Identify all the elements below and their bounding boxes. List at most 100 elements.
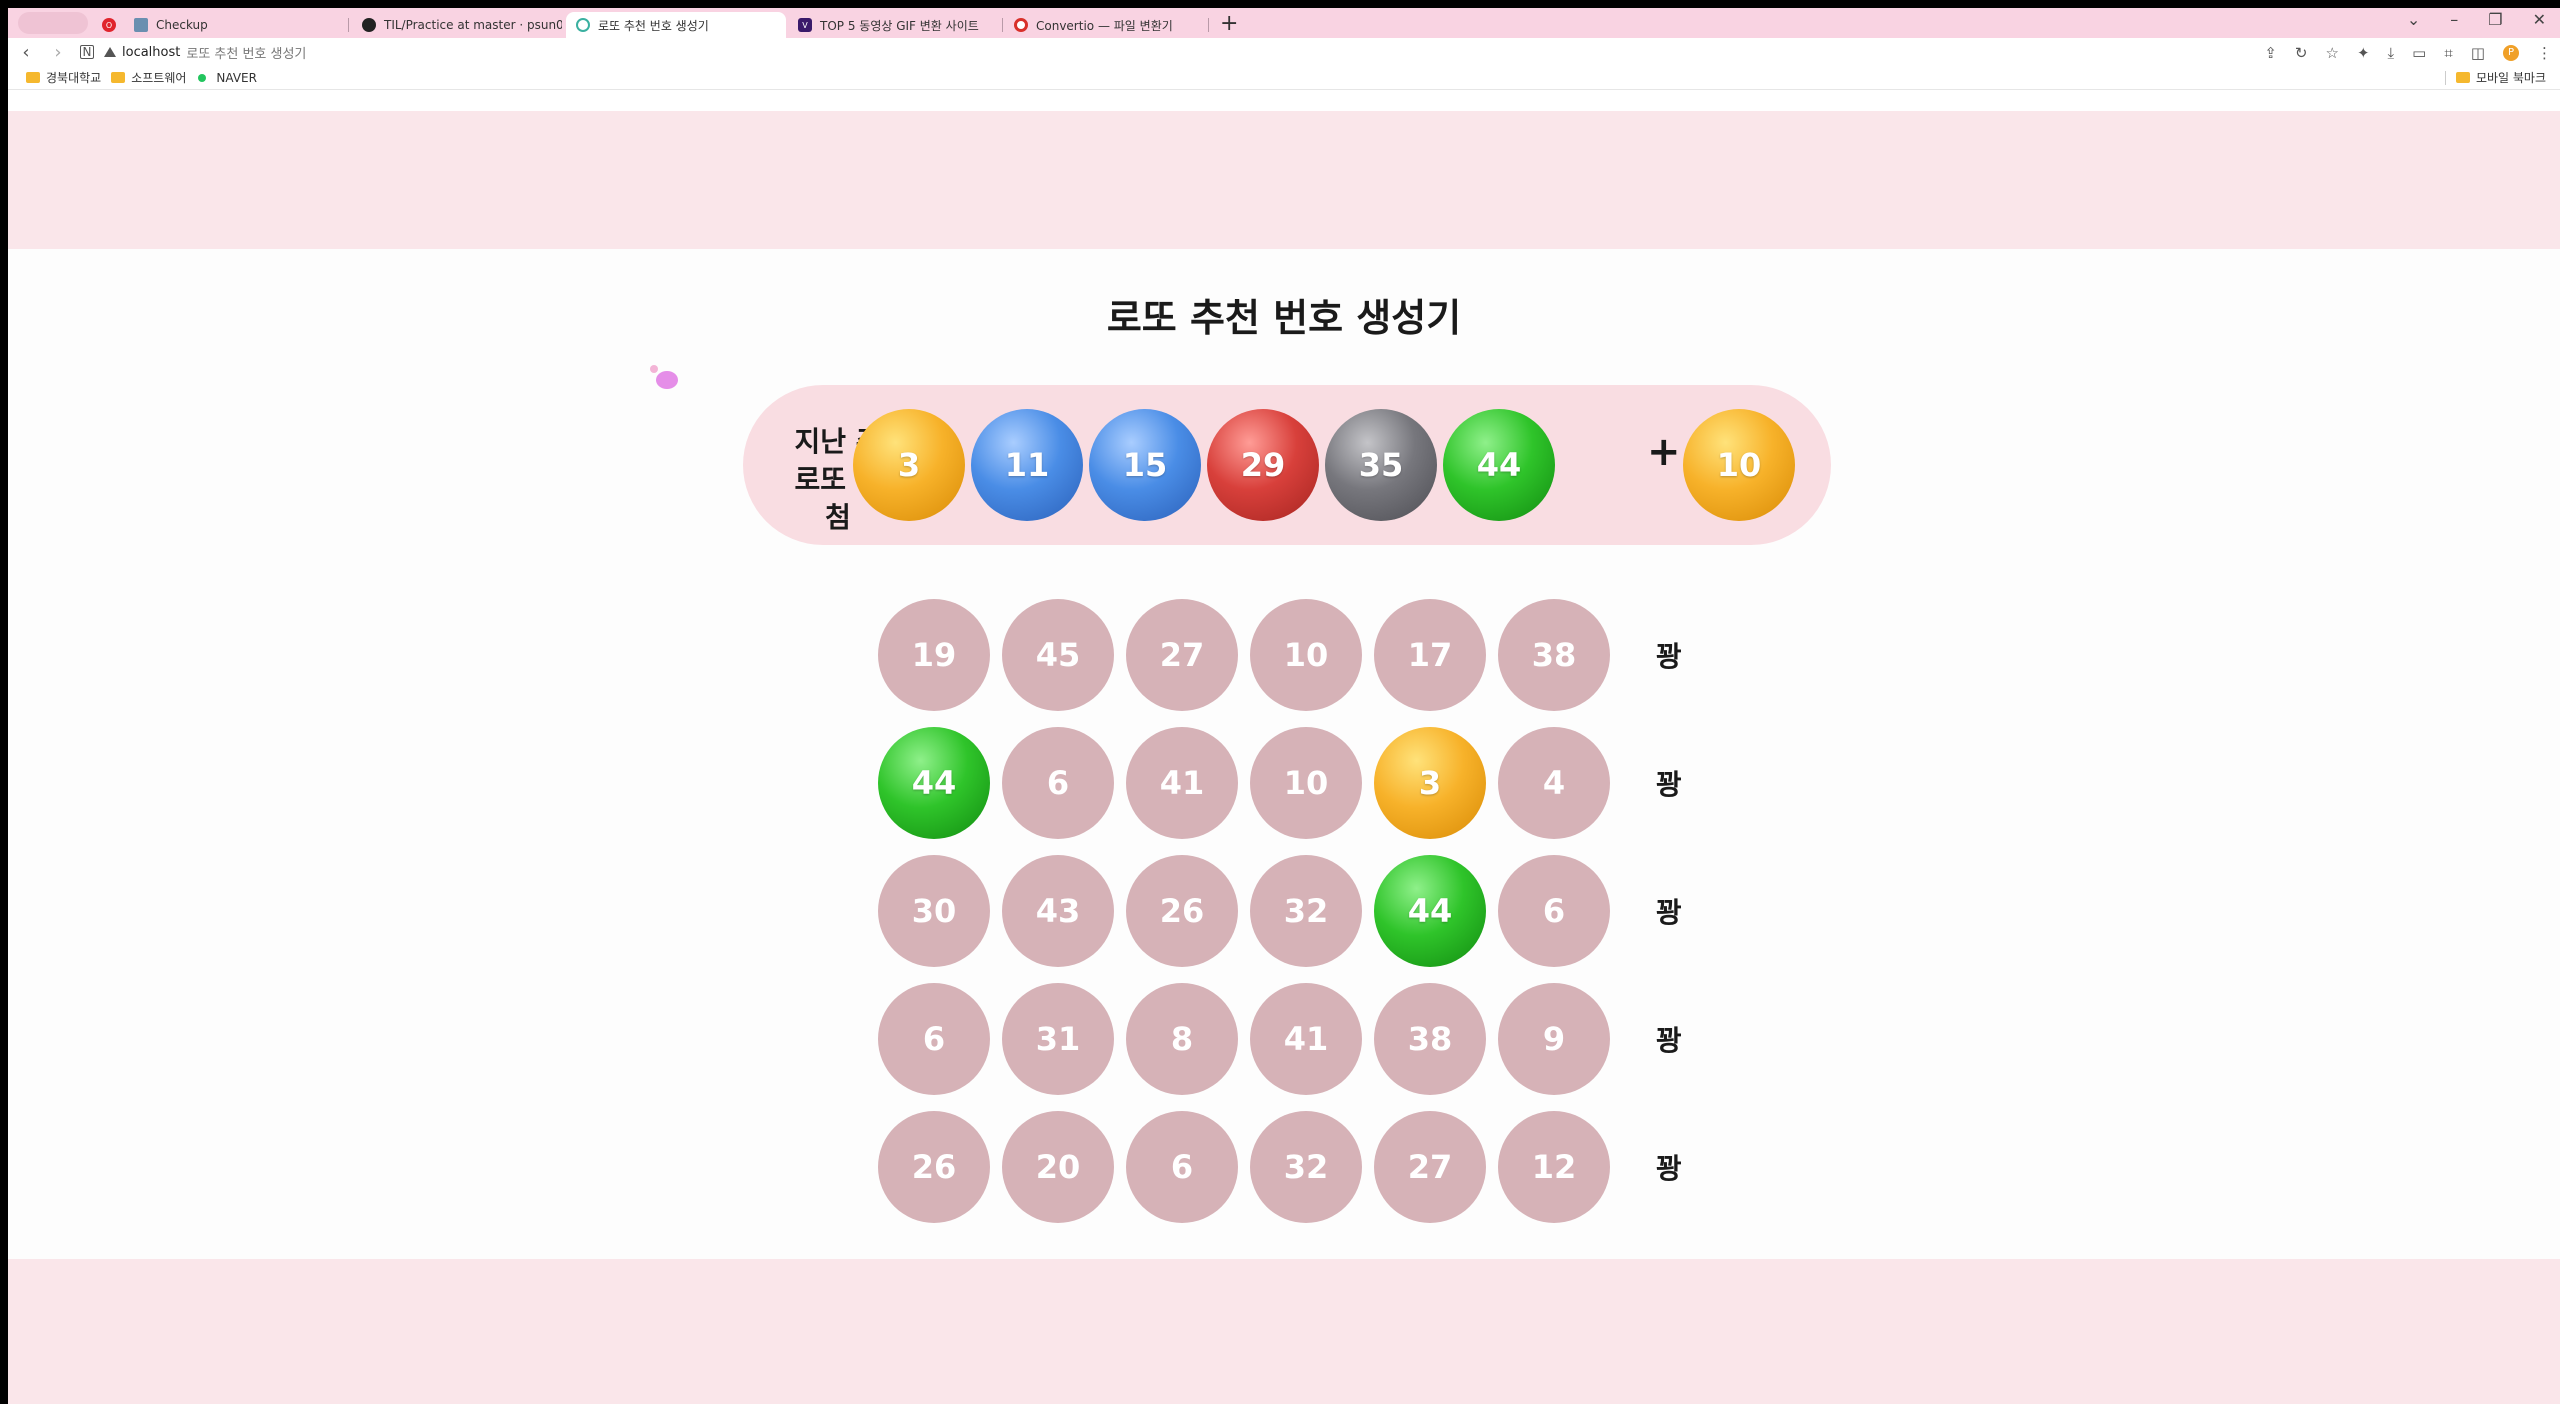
globe-icon xyxy=(576,18,590,32)
tab-opera[interactable]: O xyxy=(98,12,122,38)
recommend-ball: 44 xyxy=(1374,855,1486,967)
recommend-ball: 27 xyxy=(1374,1111,1486,1223)
restore-icon[interactable]: ❐ xyxy=(2488,10,2502,29)
bookmark-mobile[interactable]: 모바일 북마크 xyxy=(2444,69,2546,86)
reload-icon[interactable]: ↻ xyxy=(2295,44,2308,62)
recommend-ball: 17 xyxy=(1374,599,1486,711)
row-result-label: 꽝 xyxy=(1656,640,1682,673)
tab-separator xyxy=(1208,18,1209,32)
window-controls: ⌄ – ❐ ✕ xyxy=(2407,10,2546,29)
toolbar-icons: ⇪ ↻ ☆ ✦ ⤓ ▭ ⌗ ◫ P ⋮ xyxy=(2264,44,2552,62)
download-icon[interactable]: ⤓ xyxy=(2388,44,2395,62)
bookmark-label: NAVER xyxy=(216,70,257,85)
tab-convertio[interactable]: Convertio — 파일 변환기 xyxy=(1004,12,1214,38)
opera-icon: O xyxy=(102,18,116,32)
address-bar: ‹ › N localhost 로또 추천 번호 생성기 ⇪ ↻ ☆ ✦ ⤓ ▭… xyxy=(8,38,2560,66)
recommend-ball: 10 xyxy=(1250,727,1362,839)
folder-icon xyxy=(26,72,40,83)
recommend-ball: 6 xyxy=(1002,727,1114,839)
recommend-ball: 27 xyxy=(1126,599,1238,711)
bookmark-knu[interactable]: 경북대학교 xyxy=(26,69,101,86)
recommend-ball: 9 xyxy=(1498,983,1610,1095)
bookmark-label: 경북대학교 xyxy=(46,71,102,85)
recommend-ball: 12 xyxy=(1498,1111,1610,1223)
tab-separator xyxy=(1002,18,1003,32)
tab-checkup[interactable]: Checkup xyxy=(124,12,344,38)
winning-ball: 3 xyxy=(853,409,965,521)
winning-ball: 35 xyxy=(1325,409,1437,521)
video-icon: V xyxy=(798,18,812,32)
url-host: localhost xyxy=(122,44,181,60)
row-result-label: 꽝 xyxy=(1656,1024,1682,1057)
bookmark-label: 모바일 북마크 xyxy=(2475,71,2546,85)
row-result-label: 꽝 xyxy=(1656,896,1682,929)
recommend-ball: 20 xyxy=(1002,1111,1114,1223)
tab-label: 로또 추천 번호 생성기 xyxy=(598,18,709,33)
menu-icon[interactable]: ⋮ xyxy=(2537,44,2552,62)
content-card: 로또 추천 번호 생성기 지난 주 로또 당첨 3 11 15 29 35 44 + 10… xyxy=(8,249,2560,1259)
forward-icon[interactable]: › xyxy=(44,42,72,63)
bookmark-naver[interactable]: NAVER xyxy=(198,71,257,85)
screenshot-icon[interactable]: ⌗ xyxy=(2444,44,2452,62)
tag-icon[interactable]: ▭ xyxy=(2412,44,2426,62)
new-tab-button[interactable]: + xyxy=(1220,13,1238,35)
tab-list-chevron-icon[interactable]: ⌄ xyxy=(2407,10,2420,29)
book-icon xyxy=(134,18,148,32)
recommend-ball: 26 xyxy=(878,1111,990,1223)
close-icon[interactable]: ✕ xyxy=(2533,10,2546,29)
recommend-ball: 6 xyxy=(1126,1111,1238,1223)
browser-window: O Checkup TIL/Practice at master · psun0… xyxy=(8,8,2560,1404)
minimize-icon[interactable]: – xyxy=(2450,10,2458,29)
recommend-ball: 8 xyxy=(1126,983,1238,1095)
folder-icon xyxy=(2455,72,2470,83)
url-field[interactable]: localhost 로또 추천 번호 생성기 xyxy=(104,43,306,62)
tab-separator xyxy=(348,18,349,32)
recommend-ball: 45 xyxy=(1002,599,1114,711)
recommend-ball: 38 xyxy=(1498,599,1610,711)
github-icon xyxy=(362,18,376,32)
recommend-ball: 32 xyxy=(1250,1111,1362,1223)
share-icon[interactable]: ⇪ xyxy=(2264,44,2277,62)
sidebar-icon[interactable]: ◫ xyxy=(2471,44,2485,62)
tab-lotto-active[interactable]: 로또 추천 번호 생성기 xyxy=(566,12,786,38)
naver-dot-icon xyxy=(198,73,207,82)
star-icon[interactable]: ☆ xyxy=(2326,44,2339,62)
tab-bar: O Checkup TIL/Practice at master · psun0… xyxy=(8,8,2560,38)
last-week-winning-numbers: 지난 주 로또 당첨 3 11 15 29 35 44 + 10 xyxy=(743,385,1831,545)
tab-label: TOP 5 동영상 GIF 변환 사이트 xyxy=(820,18,979,33)
bookmark-software[interactable]: 소프트웨어 xyxy=(111,69,186,86)
recommend-ball: 6 xyxy=(1498,855,1610,967)
convertio-icon xyxy=(1014,18,1028,32)
recommended-numbers-grid: 19 45 27 10 17 38 꽝 44 6 41 10 3 4 꽝 30 43 26 32 44 6 꽝 6 31 8 4… xyxy=(878,599,1698,1239)
bookmark-label: 소프트웨어 xyxy=(131,71,187,85)
recommend-ball: 10 xyxy=(1250,599,1362,711)
page-background: 로또 추천 번호 생성기 지난 주 로또 당첨 3 11 15 29 35 44 + 10… xyxy=(8,111,2560,1404)
divider xyxy=(2444,70,2446,85)
url-page-title: 로또 추천 번호 생성기 xyxy=(186,46,307,62)
tab-label: Convertio — 파일 변환기 xyxy=(1036,18,1173,33)
notion-icon[interactable]: N xyxy=(80,45,94,59)
decorative-sticker xyxy=(650,365,680,391)
bonus-ball: 10 xyxy=(1683,409,1795,521)
recommend-ball: 30 xyxy=(878,855,990,967)
bonus-plus-sign: + xyxy=(1647,429,1681,475)
page-title: 로또 추천 번호 생성기 xyxy=(1106,296,1462,340)
recommend-ball: 44 xyxy=(878,727,990,839)
extension-icon[interactable]: ✦ xyxy=(2357,44,2370,62)
back-icon[interactable]: ‹ xyxy=(12,42,40,63)
recommend-ball: 19 xyxy=(878,599,990,711)
tab-github[interactable]: TIL/Practice at master · psun06 xyxy=(352,12,562,38)
workspace-avatar[interactable] xyxy=(18,12,88,34)
winning-ball: 29 xyxy=(1207,409,1319,521)
not-secure-icon[interactable] xyxy=(104,47,116,57)
tab-gif-converter[interactable]: V TOP 5 동영상 GIF 변환 사이트 xyxy=(788,12,998,38)
recommend-ball: 6 xyxy=(878,983,990,1095)
recommend-ball: 43 xyxy=(1002,855,1114,967)
recommend-ball: 32 xyxy=(1250,855,1362,967)
row-result-label: 꽝 xyxy=(1656,768,1682,801)
profile-avatar[interactable]: P xyxy=(2503,45,2519,61)
bookmarks-bar: 경북대학교 소프트웨어 NAVER 모바일 북마크 xyxy=(8,66,2560,90)
recommend-ball: 3 xyxy=(1374,727,1486,839)
recommend-ball: 41 xyxy=(1250,983,1362,1095)
recommend-ball: 41 xyxy=(1126,727,1238,839)
